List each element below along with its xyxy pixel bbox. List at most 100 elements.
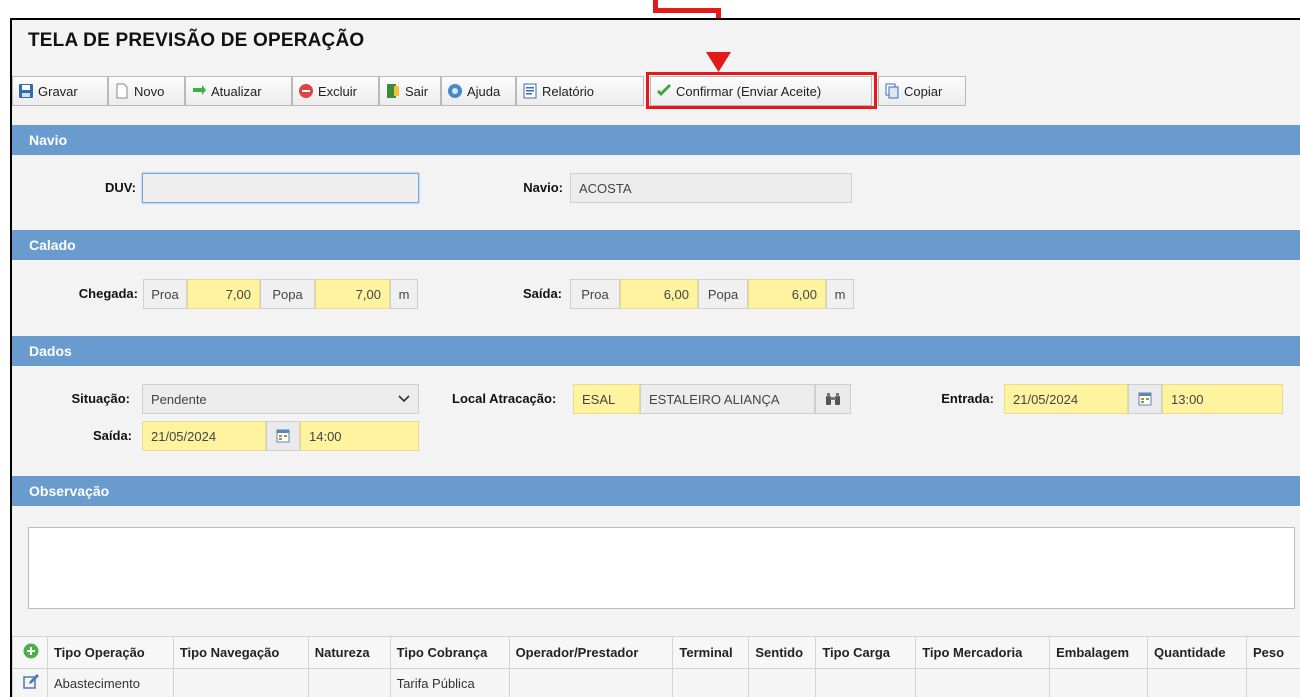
copy-label: Copiar <box>904 83 943 99</box>
delete-circle-icon <box>299 84 313 98</box>
chegada-unit: m <box>390 279 418 309</box>
section-header-calado: Calado <box>12 230 1300 260</box>
cell-quantidade <box>1147 668 1247 697</box>
section-header-dados: Dados <box>12 336 1300 366</box>
table-row[interactable]: Abastecimento Tarifa Pública <box>12 668 1300 697</box>
local-atracacao-label: Local Atracação: <box>452 391 557 406</box>
table-header-row: Tipo Operação Tipo Navegação Natureza Ti… <box>12 636 1300 669</box>
duv-input[interactable] <box>142 173 419 203</box>
cell-operador <box>508 668 674 697</box>
edit-pencil-icon <box>23 674 39 689</box>
saida-proa-label: Proa <box>570 279 620 309</box>
local-code-input[interactable]: ESAL <box>573 384 640 414</box>
new-button[interactable]: Novo <box>108 76 185 106</box>
saida-popa-label: Popa <box>698 279 748 309</box>
entrada-time-input[interactable]: 13:00 <box>1162 384 1283 414</box>
cell-sentido <box>748 668 817 697</box>
cell-tipo-carga <box>815 668 917 697</box>
report-button[interactable]: Relatório <box>516 76 644 106</box>
saida-proa-input[interactable]: 6,00 <box>620 279 698 309</box>
add-row-button[interactable] <box>12 636 48 669</box>
cell-tipo-cobranca: Tarifa Pública <box>389 668 510 697</box>
cell-tipo-navegacao <box>172 668 309 697</box>
checkmark-icon <box>657 84 671 96</box>
confirm-send-accept-button[interactable]: Confirmar (Enviar Aceite) <box>650 76 872 106</box>
chegada-proa-label: Proa <box>143 279 187 309</box>
exit-door-icon <box>387 84 399 98</box>
refresh-arrow-icon <box>193 85 206 95</box>
plus-circle-icon <box>23 643 39 659</box>
edit-row-button[interactable] <box>12 668 48 697</box>
entrada-label: Entrada: <box>941 391 994 406</box>
local-search-button[interactable] <box>815 384 851 414</box>
saida-time-input[interactable]: 14:00 <box>300 421 419 451</box>
navio-field: ACOSTA <box>570 173 852 203</box>
copy-button[interactable]: Copiar <box>878 76 966 106</box>
operations-table: Tipo Operação Tipo Navegação Natureza Ti… <box>12 636 1300 697</box>
save-label: Gravar <box>38 83 78 99</box>
section-header-navio: Navio <box>12 125 1300 155</box>
cell-embalagem <box>1049 668 1149 697</box>
situacao-select[interactable]: Pendente <box>142 384 419 414</box>
cell-natureza <box>307 668 391 697</box>
copy-pages-icon <box>885 83 899 99</box>
column-header[interactable]: Terminal <box>672 636 750 669</box>
refresh-button[interactable]: Atualizar <box>185 76 292 106</box>
delete-label: Excluir <box>318 83 358 99</box>
observacao-textarea[interactable] <box>28 527 1295 609</box>
chevron-down-icon <box>398 395 410 403</box>
column-header[interactable]: Tipo Navegação <box>172 636 309 669</box>
saida-calado-label: Saída: <box>522 286 562 301</box>
delete-button[interactable]: Excluir <box>292 76 379 106</box>
column-header[interactable]: Sentido <box>748 636 817 669</box>
column-header[interactable]: Natureza <box>307 636 391 669</box>
confirm-label: Confirmar (Enviar Aceite) <box>676 83 822 99</box>
column-header[interactable]: Tipo Operação <box>46 636 174 669</box>
annotation-arrow-horizontal <box>653 8 721 13</box>
chegada-popa-input[interactable]: 7,00 <box>315 279 390 309</box>
column-header[interactable]: Tipo Carga <box>815 636 917 669</box>
refresh-label: Atualizar <box>211 83 262 99</box>
save-button[interactable]: Gravar <box>12 76 108 106</box>
duv-label: DUV: <box>104 180 136 195</box>
entrada-calendar-button[interactable] <box>1128 384 1162 414</box>
local-name-field: ESTALEIRO ALIANÇA <box>640 384 815 414</box>
situacao-label: Situação: <box>71 391 130 406</box>
situacao-value: Pendente <box>151 391 207 407</box>
section-header-observacao: Observação <box>12 476 1300 506</box>
cell-terminal <box>672 668 750 697</box>
saida-unit: m <box>826 279 854 309</box>
calendar-icon <box>1138 392 1152 406</box>
cell-tipo-operacao: Abastecimento <box>46 668 174 697</box>
exit-button[interactable]: Sair <box>379 76 441 106</box>
chegada-popa-label: Popa <box>260 279 315 309</box>
floppy-disk-icon <box>19 84 33 98</box>
window-frame: TELA DE PREVISÃO DE OPERAÇÃO Gravar Novo… <box>10 18 1300 697</box>
navio-label: Navio: <box>523 180 563 195</box>
report-label: Relatório <box>542 83 595 99</box>
column-header[interactable]: Quantidade <box>1147 636 1247 669</box>
exit-label: Sair <box>405 83 429 99</box>
saida-calendar-button[interactable] <box>266 421 300 451</box>
entrada-date-input[interactable]: 21/05/2024 <box>1004 384 1128 414</box>
column-header[interactable]: Tipo Cobrança <box>389 636 510 669</box>
page-title: TELA DE PREVISÃO DE OPERAÇÃO <box>28 30 365 51</box>
cell-tipo-mercadoria <box>915 668 1051 697</box>
saida-date-input[interactable]: 21/05/2024 <box>142 421 266 451</box>
binoculars-icon <box>826 393 840 405</box>
new-label: Novo <box>134 83 165 99</box>
cell-peso <box>1245 668 1300 697</box>
annotation-arrow-head <box>706 52 731 72</box>
column-header[interactable]: Tipo Mercadoria <box>915 636 1051 669</box>
calendar-icon <box>276 429 290 443</box>
report-document-icon <box>523 83 537 99</box>
column-header[interactable]: Embalagem <box>1049 636 1149 669</box>
help-button[interactable]: Ajuda <box>441 76 516 106</box>
saida-popa-input[interactable]: 6,00 <box>748 279 826 309</box>
chegada-label: Chegada: <box>78 286 138 301</box>
column-header[interactable]: Peso <box>1245 636 1300 669</box>
chegada-proa-input[interactable]: 7,00 <box>187 279 260 309</box>
saida-dados-label: Saída: <box>92 428 132 443</box>
column-header[interactable]: Operador/Prestador <box>508 636 674 669</box>
help-label: Ajuda <box>467 83 501 99</box>
